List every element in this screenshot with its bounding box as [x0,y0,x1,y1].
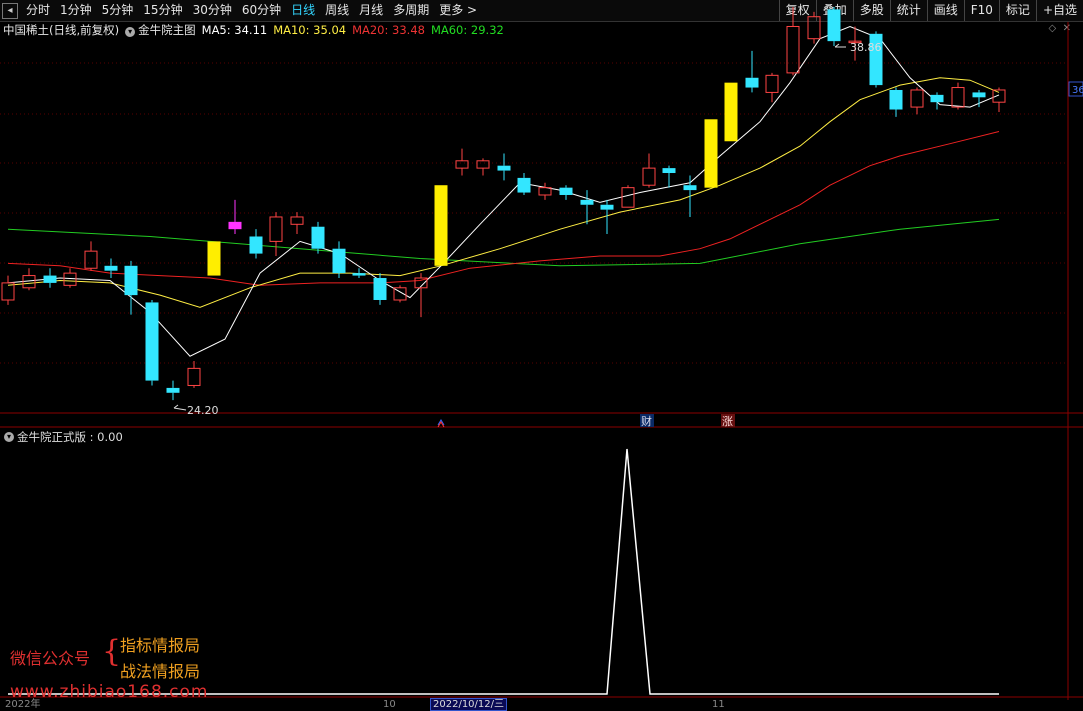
candle-body [497,165,511,171]
date-axis-year: 2022年 [5,699,41,710]
candle-body [972,92,986,98]
candle-body [166,387,180,393]
ma60-polyline [7,218,1000,267]
candle-body [104,265,118,271]
candle-body [517,177,531,193]
low-price-label: 24.20 [187,404,219,417]
candle-body [683,185,697,191]
candle-body [228,221,242,230]
indicator-panel-header: ▾ 金牛院正式版 : 0.00 [0,429,123,445]
candle-body [580,199,594,205]
candle-body [992,89,1006,103]
date-axis-cursor: 2022/10/12/三 [430,698,508,711]
high-price-label: 38.86 [850,41,882,54]
candle-body [662,168,676,174]
candle-body [765,74,779,93]
watermark-line1: 指标情报局 [120,636,201,655]
dropdown-icon[interactable]: ▾ [4,432,14,442]
candle-body [352,273,366,276]
candle-body [63,272,77,286]
candle-body [1,282,15,301]
candle-body [621,187,635,208]
candle-body [311,226,325,249]
ma10-line [7,77,1000,308]
candle-body [745,77,759,88]
date-axis-tick: 11 [712,699,725,710]
candle-body [290,216,304,225]
kline-chart[interactable]: 36 38.86 24.20 财 涨 [0,0,1083,709]
grid-lines: 36 [0,22,1083,700]
candle-body [249,236,263,254]
brace-icon: { [102,634,122,669]
candle-body [704,119,718,188]
candle-body [373,278,387,300]
watermark-line2: 战法情报局 [120,662,201,681]
date-axis-tick: 10 [383,699,396,710]
candle-body [807,16,821,40]
candle-body [538,187,552,196]
event-marker-rise: 涨 [722,415,733,428]
candle-body [910,89,924,108]
ma10-polyline [7,77,1000,308]
candle-body [455,160,469,169]
candle-body [559,187,573,195]
candle-body [642,167,656,186]
candle-body [434,185,448,266]
candle-body [600,204,614,210]
candle-body [84,250,98,269]
candle-body [930,94,944,103]
high-price-arrow [834,43,846,48]
candle-body [269,216,283,242]
candle-body [207,241,221,276]
indicator-panel-title[interactable]: 金牛院正式版 : 0.00 [17,429,123,445]
price-tag-text: 36 [1072,85,1083,96]
candle-body [951,87,965,108]
event-marker-finance: 财 [641,414,652,428]
watermark-label: 微信公众号 [10,649,91,668]
candle-body [889,89,903,110]
candle-body [43,275,57,283]
candle-body [827,9,841,42]
candle-body [187,367,201,386]
candle-body [724,82,738,142]
candle-body [786,25,800,74]
ma60-line [7,218,1000,267]
candle-body [332,248,346,274]
low-price-arrow [173,404,187,411]
candle-body [124,265,138,296]
candle-body [145,302,159,381]
price-labels: 38.86 24.20 财 涨 [173,41,882,428]
candle-body [476,160,490,169]
candlesticks [1,6,1006,401]
